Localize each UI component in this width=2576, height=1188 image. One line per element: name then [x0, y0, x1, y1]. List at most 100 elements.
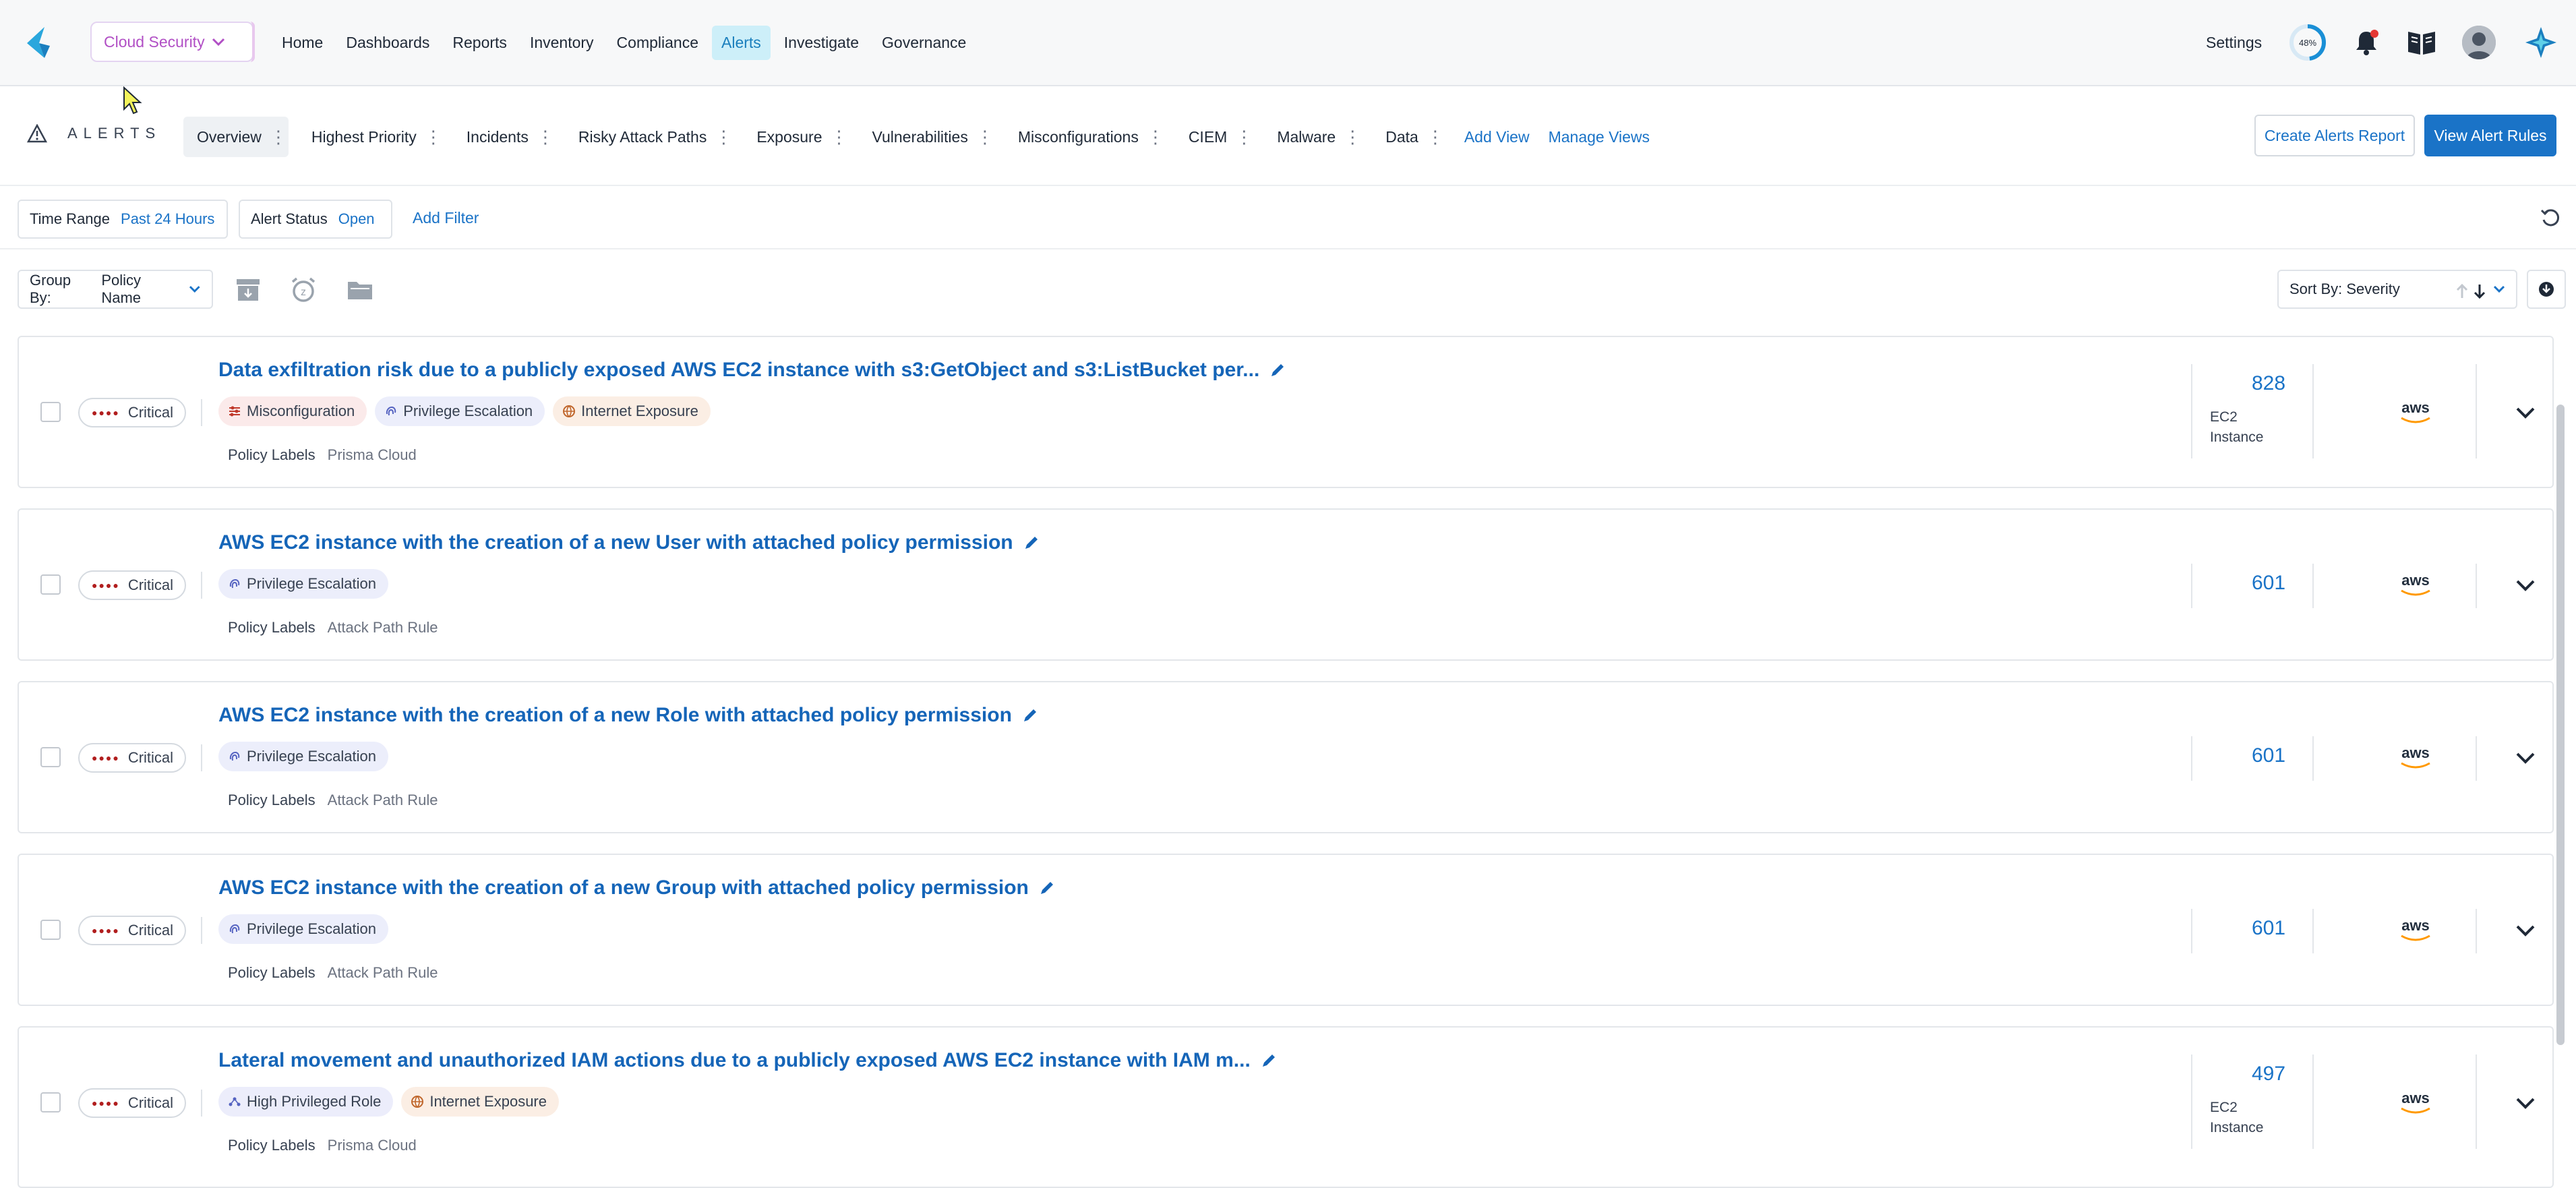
alert-card[interactable]: ●●●● Critical AWS EC2 instance with the c… — [18, 681, 2554, 833]
more-options-icon[interactable]: ⋮ — [715, 128, 732, 146]
tab-risky-attack-paths[interactable]: Risky Attack Paths ⋮ — [565, 117, 733, 157]
view-tabs: Overview ⋮ Highest Priority ⋮ Incidents ⋮ R… — [183, 115, 1659, 159]
nav-compliance[interactable]: Compliance — [607, 26, 708, 60]
expand-chevron-icon[interactable] — [2513, 573, 2538, 597]
sort-by-label: Sort By: Severity — [2289, 280, 2400, 297]
row-checkbox[interactable] — [40, 574, 61, 595]
aws-logo-icon: aws — [2401, 917, 2430, 941]
manage-views-link[interactable]: Manage Views — [1539, 128, 1659, 146]
more-options-icon[interactable]: ⋮ — [1147, 128, 1164, 146]
row-checkbox[interactable] — [40, 920, 61, 940]
time-range-filter[interactable]: Time Range Past 24 Hours — [18, 200, 228, 239]
nav-reports[interactable]: Reports — [443, 26, 516, 60]
tab-ciem[interactable]: CIEM ⋮ — [1175, 117, 1255, 157]
progress-ring[interactable]: 48% — [2288, 23, 2327, 62]
alert-card[interactable]: ●●●● Critical Lateral movement and unauth… — [18, 1026, 2554, 1188]
sort-ascending-icon[interactable] — [2455, 283, 2469, 299]
edit-pencil-icon[interactable] — [1038, 879, 1056, 897]
reset-filters-icon[interactable] — [2539, 206, 2562, 229]
more-options-icon[interactable]: ⋮ — [831, 128, 848, 146]
nav-investigate[interactable]: Investigate — [775, 26, 868, 60]
expand-chevron-icon[interactable] — [2513, 400, 2538, 425]
tab-data[interactable]: Data ⋮ — [1372, 117, 1445, 157]
create-alerts-report-button[interactable]: Create Alerts Report — [2254, 115, 2415, 156]
resource-count-link[interactable]: 497 — [2211, 1063, 2326, 1086]
tab-incidents[interactable]: Incidents ⋮ — [453, 117, 556, 157]
nav-governance[interactable]: Governance — [872, 26, 976, 60]
expand-chevron-icon[interactable] — [2513, 1091, 2538, 1115]
alert-title-link[interactable]: AWS EC2 instance with the creation of a … — [218, 531, 1040, 554]
tag-list: Privilege Escalation — [218, 742, 388, 771]
tag-internet-exposure: Internet Exposure — [553, 396, 711, 426]
tab-vulnerabilities[interactable]: Vulnerabilities ⋮ — [859, 117, 995, 157]
product-switcher[interactable]: Cloud Security — [90, 22, 255, 62]
resource-count-link[interactable]: 601 — [2211, 572, 2326, 595]
policy-labels: Policy Labels Prisma Cloud — [228, 1137, 417, 1154]
nav-dashboards[interactable]: Dashboards — [336, 26, 439, 60]
resource-count-link[interactable]: 601 — [2211, 917, 2326, 940]
archive-icon[interactable] — [233, 275, 263, 305]
edit-pencil-icon[interactable] — [1021, 707, 1039, 724]
divider — [2476, 909, 2477, 953]
tab-label: Incidents — [466, 127, 529, 146]
edit-pencil-icon[interactable] — [1260, 1052, 1278, 1069]
alert-title-link[interactable]: Lateral movement and unauthorized IAM ac… — [218, 1049, 1278, 1072]
group-by-select[interactable]: Group By: Policy Name — [18, 270, 213, 309]
row-checkbox[interactable] — [40, 402, 61, 422]
tab-overview[interactable]: Overview ⋮ — [183, 117, 289, 157]
resource-count-link[interactable]: 601 — [2211, 744, 2326, 767]
expand-chevron-icon[interactable] — [2513, 746, 2538, 770]
alert-title-link[interactable]: Data exfiltration risk due to a publicly… — [218, 359, 1286, 382]
alert-title-link[interactable]: AWS EC2 instance with the creation of a … — [218, 704, 1039, 727]
more-options-icon[interactable]: ⋮ — [425, 128, 442, 146]
download-button[interactable] — [2527, 270, 2566, 309]
ai-sparkle-icon[interactable] — [2524, 26, 2558, 59]
edit-pencil-icon[interactable] — [1269, 361, 1286, 379]
more-options-icon[interactable]: ⋮ — [976, 128, 994, 146]
alert-card[interactable]: ●●●● Critical AWS EC2 instance with the c… — [18, 508, 2554, 661]
view-alert-rules-button[interactable]: View Alert Rules — [2424, 115, 2556, 156]
policy-labels-key: Policy Labels — [228, 1137, 316, 1154]
more-options-icon[interactable]: ⋮ — [1427, 128, 1444, 146]
add-filter-link[interactable]: Add Filter — [413, 209, 479, 227]
sort-by-select[interactable]: Sort By: Severity — [2277, 270, 2517, 309]
alert-title-link[interactable]: AWS EC2 instance with the creation of a … — [218, 877, 1056, 899]
tab-exposure[interactable]: Exposure ⋮ — [743, 117, 849, 157]
resource-count-link[interactable]: 828 — [2211, 372, 2326, 395]
tab-malware[interactable]: Malware ⋮ — [1263, 117, 1362, 157]
row-checkbox[interactable] — [40, 747, 61, 767]
sort-descending-icon[interactable] — [2473, 283, 2486, 299]
book-icon[interactable] — [2405, 28, 2438, 57]
tab-highest-priority[interactable]: Highest Priority ⋮ — [298, 117, 444, 157]
download-icon — [2539, 282, 2554, 297]
more-options-icon[interactable]: ⋮ — [270, 128, 287, 146]
nav-inventory[interactable]: Inventory — [520, 26, 603, 60]
app-logo-icon[interactable] — [22, 26, 55, 59]
nav-home[interactable]: Home — [272, 26, 332, 60]
divider — [2312, 736, 2314, 781]
policy-labels-value: Attack Path Rule — [327, 964, 438, 981]
alert-card[interactable]: ●●●● Critical Data exfiltration risk due … — [18, 336, 2554, 488]
notification-bell-icon[interactable] — [2352, 28, 2381, 57]
more-options-icon[interactable]: ⋮ — [1344, 128, 1361, 146]
tag-label: Privilege Escalation — [247, 575, 376, 592]
alert-card[interactable]: ●●●● Critical AWS EC2 instance with the c… — [18, 854, 2554, 1006]
tag-label: Privilege Escalation — [247, 920, 376, 937]
edit-pencil-icon[interactable] — [1023, 534, 1040, 552]
more-options-icon[interactable]: ⋮ — [1235, 128, 1253, 146]
severity-badge: ●●●● Critical — [78, 1088, 186, 1118]
row-checkbox[interactable] — [40, 1092, 61, 1112]
vertical-scrollbar[interactable] — [2556, 405, 2565, 1045]
add-view-link[interactable]: Add View — [1455, 128, 1539, 146]
nav-alerts[interactable]: Alerts — [712, 25, 771, 60]
expand-chevron-icon[interactable] — [2513, 918, 2538, 943]
tab-label: Misconfigurations — [1017, 127, 1139, 146]
user-avatar[interactable] — [2462, 26, 2496, 59]
severity-badge: ●●●● Critical — [78, 743, 186, 773]
more-options-icon[interactable]: ⋮ — [537, 128, 554, 146]
tab-misconfigurations[interactable]: Misconfigurations ⋮ — [1005, 117, 1166, 157]
snooze-alarm-icon[interactable]: z — [289, 275, 318, 305]
alert-status-filter[interactable]: Alert Status Open — [239, 200, 392, 239]
folder-icon[interactable] — [345, 275, 375, 305]
settings-link[interactable]: Settings — [2206, 20, 2262, 65]
